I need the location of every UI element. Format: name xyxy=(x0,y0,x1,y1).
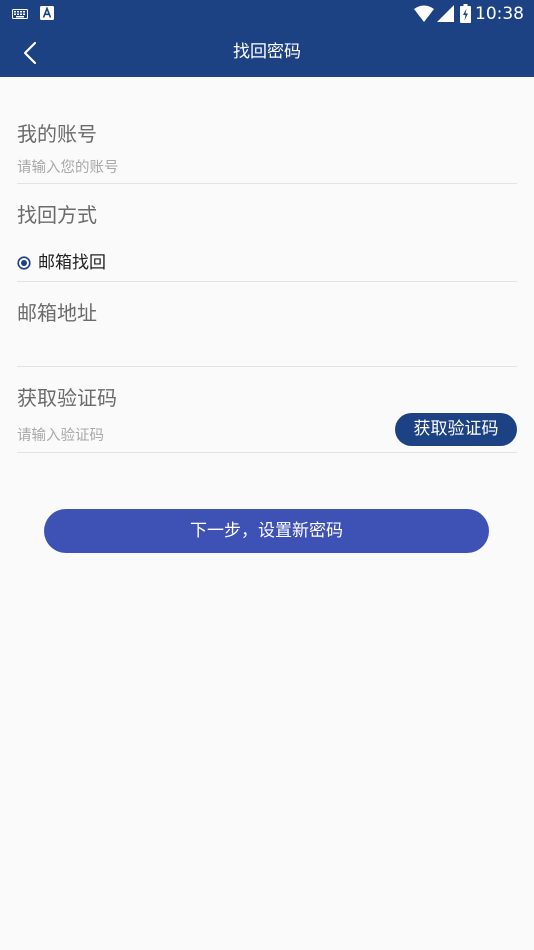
code-input[interactable] xyxy=(17,425,377,447)
email-input[interactable] xyxy=(17,339,517,361)
a-notification-icon xyxy=(40,6,54,20)
status-bar: 10:38 xyxy=(0,0,534,28)
code-divider xyxy=(17,452,517,453)
radio-email-recovery-label: 邮箱找回 xyxy=(38,253,106,273)
wifi-icon xyxy=(414,5,434,22)
page-title: 找回密码 xyxy=(233,42,301,62)
email-label: 邮箱地址 xyxy=(17,301,97,325)
code-label: 获取验证码 xyxy=(17,386,117,410)
account-input[interactable] xyxy=(17,157,517,179)
screen: 10:38 找回密码 我的账号 找回方式 邮箱找回 邮箱地址 xyxy=(0,0,534,950)
battery-charging-icon xyxy=(460,4,471,23)
method-label: 找回方式 xyxy=(17,203,97,227)
get-code-button[interactable]: 获取验证码 xyxy=(395,413,517,446)
chevron-left-icon xyxy=(23,41,37,65)
keyboard-icon xyxy=(12,9,28,19)
cell-signal-icon xyxy=(437,5,454,22)
next-set-password-button[interactable]: 下一步，设置新密码 xyxy=(44,509,489,553)
radio-email-recovery[interactable]: 邮箱找回 xyxy=(17,251,106,275)
method-divider xyxy=(17,281,517,282)
app-bar: 找回密码 xyxy=(0,28,534,77)
back-button[interactable] xyxy=(10,34,50,72)
status-time: 10:38 xyxy=(475,4,524,24)
account-divider xyxy=(17,183,517,184)
radio-selected-icon xyxy=(17,256,31,270)
email-divider xyxy=(17,366,517,367)
account-label: 我的账号 xyxy=(17,122,97,146)
